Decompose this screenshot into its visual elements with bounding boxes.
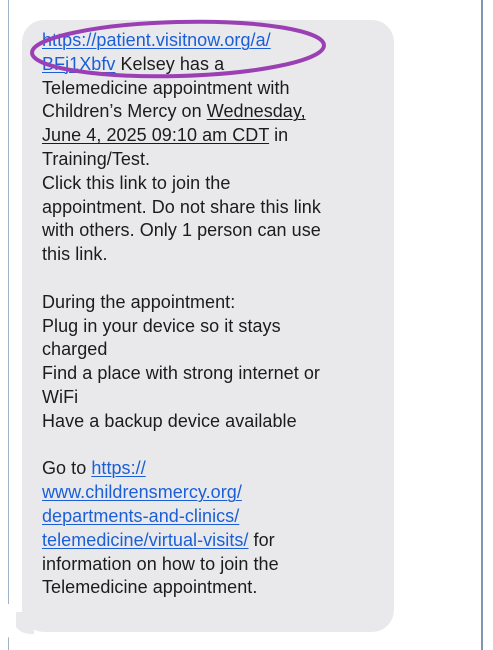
virtual-visits-link-cont[interactable]: departments-and-clinics/ xyxy=(42,506,239,526)
message-line: Go to https:// xyxy=(42,457,384,481)
message-line: information on how to join the xyxy=(42,553,279,574)
message-line: www.childrensmercy.org/ xyxy=(42,481,384,505)
message-line: Click this link to join the xyxy=(42,172,231,193)
left-frame-border xyxy=(8,0,9,650)
message-line: Have a backup device available xyxy=(42,410,297,431)
message-line: appointment. Do not share this link xyxy=(42,196,321,217)
appointment-date-link[interactable]: Wednesday, xyxy=(207,101,306,121)
message-line: departments-and-clinics/ xyxy=(42,505,384,529)
message-line: telemedicine/virtual-visits/ for xyxy=(42,529,384,553)
patient-visit-link-cont[interactable]: BFj1Xbfv xyxy=(42,54,115,74)
message-line: Telemedicine appointment. xyxy=(42,577,258,598)
message-line: During the appointment: xyxy=(42,291,236,312)
message-text-fragment: in xyxy=(269,125,289,146)
virtual-visits-link[interactable]: https:// xyxy=(91,458,145,478)
patient-visit-link[interactable]: https://patient.visitnow.org/a/ xyxy=(42,30,271,50)
message-line: charged xyxy=(42,339,108,360)
message-line: https://patient.visitnow.org/a/ xyxy=(42,29,384,53)
message-text-fragment: for xyxy=(248,529,275,550)
appointment-date-link-cont[interactable]: June 4, 2025 09:10 am CDT xyxy=(42,125,269,145)
message-line: WiFi xyxy=(42,386,79,407)
message-line: Telemedicine appointment with xyxy=(42,77,290,98)
virtual-visits-link-cont[interactable]: telemedicine/virtual-visits/ xyxy=(42,530,248,550)
bubble-tail-cutout xyxy=(0,604,16,638)
message-text-fragment: Kelsey has a xyxy=(115,53,225,74)
message-line: Children’s Mercy on Wednesday, xyxy=(42,100,384,124)
message-text-fragment: Children’s Mercy on xyxy=(42,101,207,122)
virtual-visits-link-cont[interactable]: www.childrensmercy.org/ xyxy=(42,482,242,502)
message-line: Plug in your device so it stays xyxy=(42,315,281,336)
message-line: this link. xyxy=(42,244,108,265)
message-line: with others. Only 1 person can use xyxy=(42,220,321,241)
message-text: https://patient.visitnow.org/a/ BFj1Xbfv… xyxy=(42,29,384,600)
message-line: June 4, 2025 09:10 am CDT in xyxy=(42,124,384,148)
message-text-fragment: Go to xyxy=(42,458,92,479)
message-line: BFj1Xbfv Kelsey has a xyxy=(42,53,384,77)
right-frame-border xyxy=(481,0,483,650)
message-line: Find a place with strong internet or xyxy=(42,363,320,384)
message-line: Training/Test. xyxy=(42,148,151,169)
